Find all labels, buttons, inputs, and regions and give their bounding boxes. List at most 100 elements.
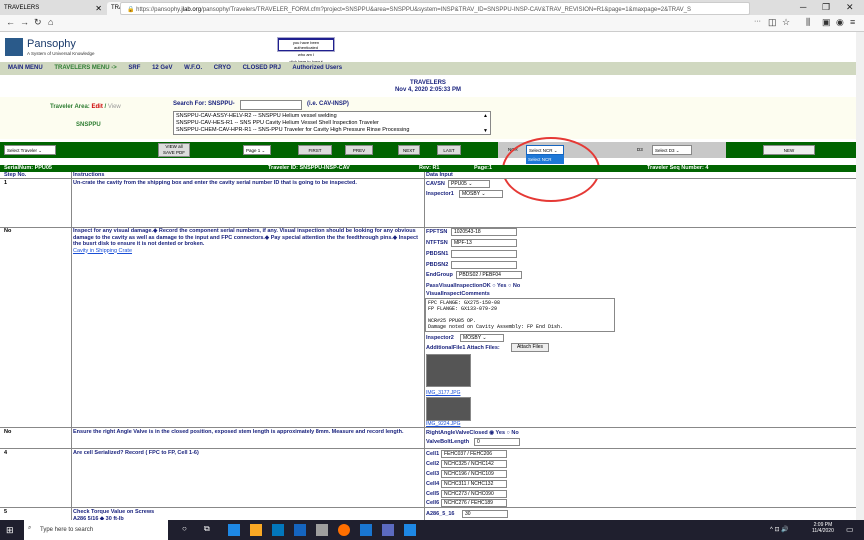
- pbdsn2-input[interactable]: [451, 261, 517, 269]
- inspector1-select[interactable]: MOSBY ⌄: [459, 190, 503, 198]
- cell1-input[interactable]: FEHC037 / FEHC206: [441, 450, 507, 458]
- fpftsn-input[interactable]: 1020543-18: [451, 228, 517, 236]
- menu-travelers[interactable]: TRAVELERS MENU ->: [54, 65, 116, 71]
- logo-title[interactable]: Pansophy: [27, 38, 76, 50]
- view-link[interactable]: View: [108, 104, 121, 110]
- forward-icon[interactable]: →: [20, 17, 29, 27]
- select-traveler-dropdown[interactable]: Select Traveler ⌄: [4, 145, 56, 155]
- notifications-icon[interactable]: ▭: [846, 525, 854, 534]
- close-window-icon[interactable]: ✕: [846, 2, 854, 13]
- more-actions-icon[interactable]: ···: [754, 18, 761, 25]
- traveler-option[interactable]: SNSPPU-CAV-HES-R1 -- SNS PPU Cavity Heli…: [176, 120, 488, 127]
- endgroup-input[interactable]: PBDS02 / PEBF04: [456, 271, 522, 279]
- comments-textarea[interactable]: FPC FLANGE: GX275-150-08 FP FLANGE: GX13…: [425, 298, 615, 332]
- d3-select[interactable]: Select D3 ⌄: [652, 145, 692, 155]
- cell6-input[interactable]: NCHC276 / FEHC189: [441, 499, 507, 507]
- cell4-input[interactable]: NCHC311 / NCHC132: [441, 480, 507, 488]
- browser-tab-1[interactable]: TRAVELERS ✕: [0, 2, 106, 15]
- next-button[interactable]: NEXT: [398, 145, 420, 155]
- menu-main[interactable]: MAIN MENU: [8, 65, 43, 71]
- page-number: Page:1: [474, 165, 493, 171]
- no-radio[interactable]: ○: [507, 430, 510, 436]
- attach-files-button[interactable]: Attach Files: [511, 343, 549, 352]
- menu-icon[interactable]: ≡: [850, 17, 855, 27]
- new-button[interactable]: NEW: [763, 145, 815, 155]
- inspector2-select[interactable]: MOSBY ⌄: [460, 334, 504, 342]
- pbdsn1-input[interactable]: [451, 250, 517, 258]
- attachment-link-1[interactable]: IMG_3177.JPG: [426, 390, 460, 396]
- cell3-input[interactable]: NCHC196 / NCHC109: [441, 470, 507, 478]
- store-icon[interactable]: [272, 524, 284, 536]
- url-domain: jlab.org: [181, 7, 202, 13]
- reload-icon[interactable]: ↻: [34, 17, 42, 28]
- sidebar-icon[interactable]: ▣: [822, 17, 831, 28]
- minimize-icon[interactable]: ─: [800, 2, 806, 12]
- prev-button[interactable]: PREV: [345, 145, 373, 155]
- pocket-icon[interactable]: ◫: [768, 17, 777, 28]
- field-label: Inspector1: [426, 191, 454, 197]
- menu-authorized-users[interactable]: Authorized Users: [292, 65, 342, 71]
- menu-wfo[interactable]: W.F.O.: [184, 65, 202, 71]
- close-tab-icon[interactable]: ✕: [95, 4, 102, 13]
- who-am-i-link[interactable]: who am I: [295, 52, 317, 57]
- attach-label: AdditionalFile1 Attach Files:: [426, 345, 500, 351]
- menu-12gev[interactable]: 12 GeV: [152, 65, 172, 71]
- windows-start-icon[interactable]: ⊞: [6, 525, 14, 536]
- task-view-icon[interactable]: ⧉: [204, 524, 216, 536]
- first-button[interactable]: FIRST: [298, 145, 332, 155]
- yes-radio[interactable]: ○: [492, 283, 495, 289]
- page-scrollbar[interactable]: [856, 32, 864, 520]
- app-icon[interactable]: [316, 524, 328, 536]
- page-datetime: Nov 4, 2020 2:05:33 PM: [394, 87, 462, 93]
- traveler-option[interactable]: SNSPPU-CHEM-CAV-HPR-R1 -- SNS-PPU Travel…: [176, 127, 488, 134]
- maximize-icon[interactable]: ❐: [822, 2, 830, 13]
- attachment-thumbnail[interactable]: [426, 397, 471, 421]
- yes-radio-selected[interactable]: ◉: [489, 430, 494, 436]
- url-input[interactable]: 🔒 https://pansophy.jlab.org/pansophy/Tra…: [120, 2, 750, 15]
- search-input[interactable]: [240, 100, 302, 110]
- taskbar-clock[interactable]: 2:09 PM 11/4/2020: [812, 522, 834, 534]
- last-button[interactable]: LAST: [437, 145, 461, 155]
- cell2-input[interactable]: NCHC325 / NCHC142: [441, 460, 507, 468]
- scroll-up-icon[interactable]: ▲: [483, 113, 488, 120]
- home-icon[interactable]: ⌂: [48, 17, 53, 27]
- url-path: /pansophy/Travelers/TRAVELER_FORM.cfm?pr…: [201, 7, 692, 13]
- cell5-input[interactable]: NCHC273 / NCHC090: [441, 490, 507, 498]
- no-radio[interactable]: ○: [508, 283, 511, 289]
- cavsn-select[interactable]: PPU05 ⌄: [448, 180, 490, 188]
- step-instruction: Inspect for any visual damage.◆ Record t…: [73, 228, 418, 254]
- library-icon[interactable]: ⫼: [806, 17, 810, 28]
- account-icon[interactable]: ◉: [836, 17, 844, 28]
- menu-srf[interactable]: SRF: [128, 65, 140, 71]
- attachment-thumbnail[interactable]: [426, 354, 471, 387]
- edit-link[interactable]: Edit: [91, 104, 102, 110]
- system-tray-icons[interactable]: ^ ⊡ 🔊: [770, 526, 789, 533]
- ntftsn-input[interactable]: MPF-13: [451, 239, 517, 247]
- outlook-icon[interactable]: [404, 524, 416, 536]
- page-select[interactable]: Page 1 ⌄: [243, 145, 271, 155]
- calculator-icon[interactable]: [360, 524, 372, 536]
- mail-icon[interactable]: [294, 524, 306, 536]
- inspector1-value: MOSBY: [462, 191, 480, 197]
- taskbar-search-placeholder: Type here to search: [40, 527, 94, 533]
- torque-input[interactable]: 30: [462, 510, 508, 518]
- attachment-link-2[interactable]: IMG_9224.JPG: [426, 421, 460, 427]
- menu-closed-prj[interactable]: CLOSED PRJ: [243, 65, 281, 71]
- teams-icon[interactable]: [382, 524, 394, 536]
- bookmark-star-icon[interactable]: ☆: [782, 17, 790, 28]
- menu-cryo[interactable]: CRYO: [214, 65, 231, 71]
- pansophy-logo-icon[interactable]: [5, 38, 23, 56]
- firefox-icon[interactable]: [338, 524, 350, 536]
- view-all-save-pdf-button[interactable]: VIEW all SAVE PDF: [158, 143, 190, 157]
- back-icon[interactable]: ←: [6, 17, 15, 27]
- bolt-length-input[interactable]: 0: [474, 438, 520, 446]
- traveler-list[interactable]: SNSPPU-CAV-ASSY-HELV-R2 -- SNSPPU Helium…: [173, 111, 491, 135]
- scroll-down-icon[interactable]: ▼: [483, 128, 488, 134]
- file-explorer-icon[interactable]: [250, 524, 262, 536]
- edge-icon[interactable]: [228, 524, 240, 536]
- cavity-crate-link[interactable]: Cavity in Shipping Crate: [73, 248, 132, 254]
- table-divider: [71, 172, 72, 520]
- traveler-option[interactable]: SNSPPU-CAV-ASSY-HELV-R2 -- SNSPPU Helium…: [176, 113, 488, 120]
- cortana-icon[interactable]: ○: [182, 524, 194, 536]
- taskbar-search-input[interactable]: ⌕ Type here to search: [24, 520, 168, 540]
